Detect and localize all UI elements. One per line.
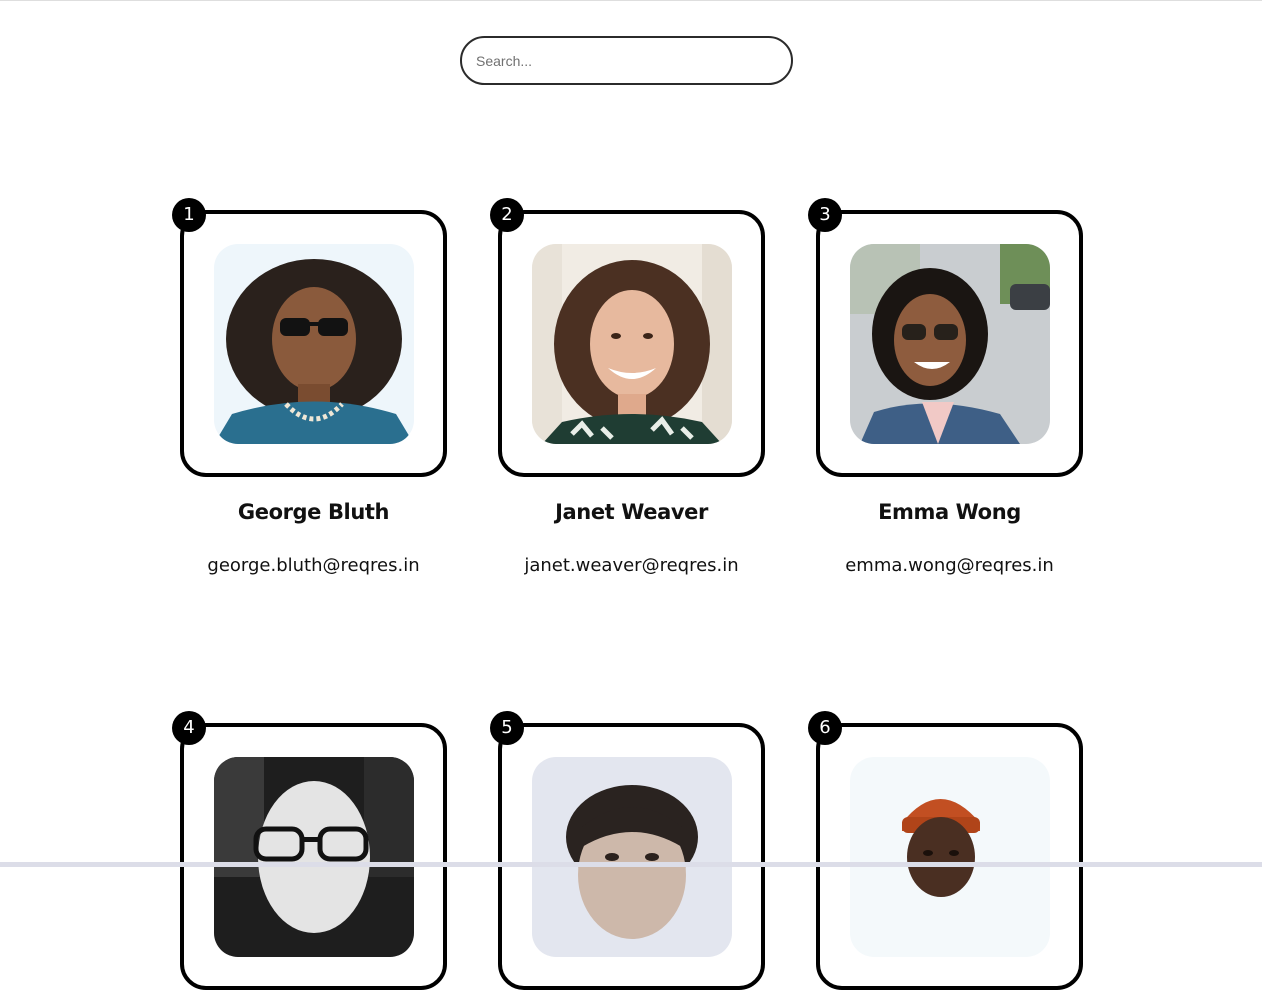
user-email: janet.weaver@reqres.in	[524, 555, 739, 576]
user-name: George Bluth	[237, 500, 390, 524]
avatar	[214, 757, 414, 957]
card-frame	[180, 723, 447, 990]
card-frame	[180, 210, 447, 477]
avatar	[850, 757, 1050, 957]
user-number-badge: 5	[490, 711, 524, 745]
avatar	[850, 244, 1050, 444]
card-frame	[816, 210, 1083, 477]
user-number-badge: 4	[172, 711, 206, 745]
user-number-badge: 2	[490, 198, 524, 232]
avatar	[532, 244, 732, 444]
user-name: Emma Wong	[878, 500, 1021, 524]
avatar	[532, 757, 732, 957]
card-frame	[816, 723, 1083, 990]
user-email: emma.wong@reqres.in	[845, 555, 1054, 576]
user-name: Janet Weaver	[555, 500, 708, 524]
avatar	[214, 244, 414, 444]
user-number-badge: 6	[808, 711, 842, 745]
search-bar	[460, 36, 793, 85]
card-frame	[498, 723, 765, 990]
user-number-badge: 3	[808, 198, 842, 232]
user-email: george.bluth@reqres.in	[207, 555, 420, 576]
card-frame	[498, 210, 765, 477]
top-divider	[0, 0, 1262, 1]
bottom-scrollbar-track	[0, 862, 1262, 867]
user-number-badge: 1	[172, 198, 206, 232]
search-input[interactable]	[460, 36, 793, 85]
